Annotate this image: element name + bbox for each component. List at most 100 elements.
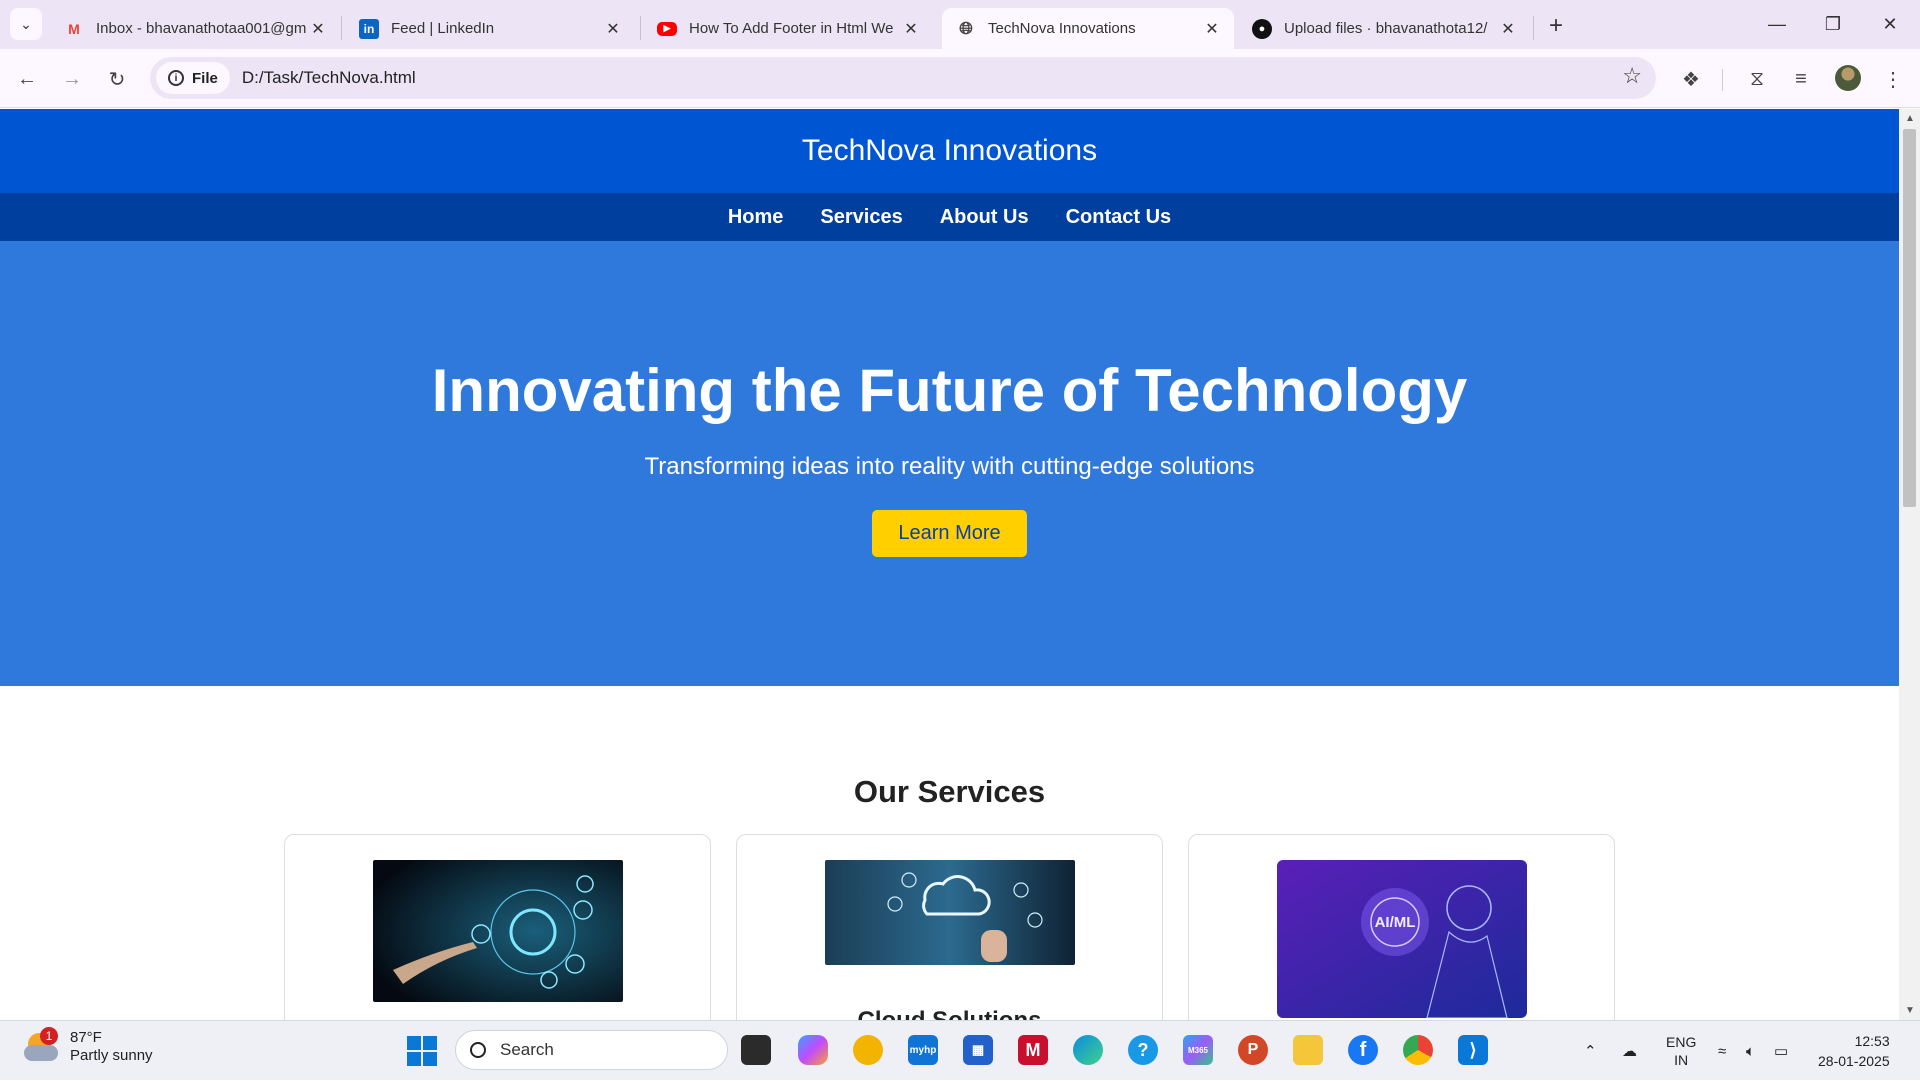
tab-strip: ⌄ M Inbox - bhavanathotaa001@gm ✕ in Fee… (0, 0, 1920, 49)
wifi-icon[interactable]: ≈ (1718, 1021, 1726, 1081)
scroll-down-icon[interactable]: ▼ (1905, 1005, 1915, 1016)
myhp-label: myhp (909, 1044, 937, 1056)
tab-title: TechNova Innovations (988, 20, 1136, 37)
close-icon[interactable]: ✕ (1202, 19, 1222, 39)
vscode-icon[interactable]: ⟩ (1458, 1035, 1488, 1065)
playlist-icon: ≡ (1795, 67, 1807, 90)
service-card-title: Cloud Solutions (737, 1007, 1162, 1020)
tab-title: Inbox - bhavanathotaa001@gm (96, 20, 307, 37)
start-button[interactable] (407, 1036, 437, 1066)
file-explorer-icon[interactable] (741, 1035, 771, 1065)
copilot-icon[interactable] (798, 1035, 828, 1065)
url-text[interactable]: D:/Task/TechNova.html (242, 68, 416, 88)
scroll-up-icon[interactable]: ▲ (1905, 113, 1915, 124)
volume-icon[interactable]: 🔈︎ (1746, 1021, 1755, 1081)
language-line1: ENG (1666, 1034, 1697, 1050)
edge-icon[interactable] (1073, 1035, 1103, 1065)
speedometer-icon: ⧖ (1749, 67, 1765, 90)
extensions-button[interactable]: ❖ (1674, 62, 1708, 96)
media-control-button[interactable]: ≡ (1784, 62, 1818, 96)
service-card-cloud-solutions[interactable]: Cloud Solutions (736, 834, 1163, 1020)
arrow-left-icon: ← (17, 67, 37, 90)
tab-youtube[interactable]: ▶ How To Add Footer in Html We ✕ (643, 8, 933, 49)
nav-home[interactable]: Home (728, 206, 784, 229)
forward-button[interactable]: → (55, 62, 89, 96)
facebook-icon[interactable]: f (1348, 1035, 1378, 1065)
nav-contact-us[interactable]: Contact Us (1066, 206, 1172, 229)
learn-more-button[interactable]: Learn More (872, 510, 1027, 557)
youtube-icon: ▶ (657, 21, 677, 36)
puzzle-icon: ❖ (1682, 68, 1700, 91)
partly-sunny-icon: 1 (24, 1027, 60, 1065)
tab-gmail[interactable]: M Inbox - bhavanathotaa001@gm ✕ (50, 8, 340, 49)
chevron-up-icon: ⌃ (1584, 1043, 1597, 1060)
cloud-solutions-image (825, 860, 1075, 965)
reload-button[interactable]: ↻ (100, 62, 134, 96)
new-tab-button[interactable]: + (1540, 12, 1572, 40)
mcafee-icon[interactable]: M (1018, 1035, 1048, 1065)
linkedin-icon: in (359, 18, 379, 39)
info-icon: i (168, 70, 184, 86)
tips-icon[interactable]: ? (1128, 1035, 1158, 1065)
notification-badge: 1 (40, 1027, 58, 1045)
tab-divider (341, 16, 342, 40)
language-indicator[interactable]: ENG IN (1666, 1021, 1696, 1081)
clock[interactable]: 12:53 28-01-2025 (1818, 1021, 1890, 1081)
tab-title: Upload files · bhavanathota12/ (1284, 20, 1488, 37)
battery-icon[interactable]: ▭ (1774, 1021, 1788, 1081)
store-icon[interactable]: ▦ (963, 1035, 993, 1065)
service-card-web-development[interactable] (284, 834, 711, 1020)
site-header: TechNova Innovations (0, 109, 1899, 193)
close-window-button[interactable]: ✕ (1862, 0, 1918, 49)
m365-label: M365 (1187, 1045, 1208, 1055)
menu-button[interactable]: ⋮ (1876, 62, 1910, 96)
tab-github[interactable]: ● Upload files · bhavanathota12/ ✕ (1238, 8, 1530, 49)
hero-subtitle: Transforming ideas into reality with cut… (644, 453, 1255, 480)
taskbar: 1 87°F Partly sunny Search myhp ▦ M ? M3… (0, 1020, 1920, 1080)
address-bar[interactable]: i File D:/Task/TechNova.html ☆ (150, 57, 1656, 99)
m365-icon[interactable]: M365 (1183, 1035, 1213, 1065)
tab-divider (640, 16, 641, 40)
minimize-button[interactable]: — (1749, 0, 1805, 49)
page-scrollbar[interactable]: ▲ ▼ (1899, 109, 1920, 1020)
close-icon[interactable]: ✕ (1498, 19, 1518, 39)
chevron-down-icon: ⌄ (20, 15, 32, 32)
toolbar-divider (1722, 69, 1723, 91)
services-heading: Our Services (853, 774, 1046, 809)
performance-button[interactable]: ⧖ (1740, 62, 1774, 96)
nav-services[interactable]: Services (820, 206, 902, 229)
tab-title: Feed | LinkedIn (391, 20, 495, 37)
back-button[interactable]: ← (10, 62, 44, 96)
browser-toolbar: ← → ↻ i File D:/Task/TechNova.html ☆ ❖ ⧖… (0, 49, 1920, 108)
weather-widget[interactable]: 1 87°F Partly sunny (24, 1027, 153, 1065)
tab-search-button[interactable]: ⌄ (10, 8, 42, 40)
tab-title: How To Add Footer in Html We (689, 20, 894, 37)
tab-divider (1533, 16, 1534, 40)
show-hidden-icons[interactable]: ⌃ (1584, 1021, 1597, 1081)
bookmark-star-icon[interactable]: ☆ (1622, 63, 1642, 89)
search-icon (470, 1042, 486, 1058)
powerpoint-icon[interactable]: P (1238, 1035, 1268, 1065)
tab-technova[interactable]: 🌐︎ TechNova Innovations ✕ (942, 8, 1234, 49)
services-section: Our Services AI/ML (0, 686, 1899, 1020)
clock-date: 28-01-2025 (1818, 1053, 1890, 1069)
close-icon[interactable]: ✕ (901, 19, 921, 39)
web-page: TechNova Innovations Home Services About… (0, 109, 1899, 1020)
service-card-ai-ml[interactable]: AI/ML (1188, 834, 1615, 1020)
taskbar-search[interactable]: Search (455, 1030, 728, 1070)
chrome-canary-icon[interactable] (853, 1035, 883, 1065)
weather-condition: Partly sunny (70, 1047, 153, 1064)
close-icon[interactable]: ✕ (308, 19, 328, 39)
onedrive-icon[interactable]: ☁ (1622, 1021, 1637, 1081)
files-icon[interactable] (1293, 1035, 1323, 1065)
site-info-chip[interactable]: i File (156, 62, 230, 94)
scrollbar-thumb[interactable] (1903, 129, 1916, 507)
restore-button[interactable]: ❐ (1805, 0, 1861, 49)
tab-linkedin[interactable]: in Feed | LinkedIn ✕ (345, 8, 635, 49)
chrome-icon[interactable] (1403, 1035, 1433, 1065)
myhp-icon[interactable]: myhp (908, 1035, 938, 1065)
close-icon[interactable]: ✕ (603, 19, 623, 39)
nav-about-us[interactable]: About Us (940, 206, 1029, 229)
weather-temp: 87°F (70, 1029, 102, 1046)
profile-avatar[interactable] (1835, 65, 1861, 91)
